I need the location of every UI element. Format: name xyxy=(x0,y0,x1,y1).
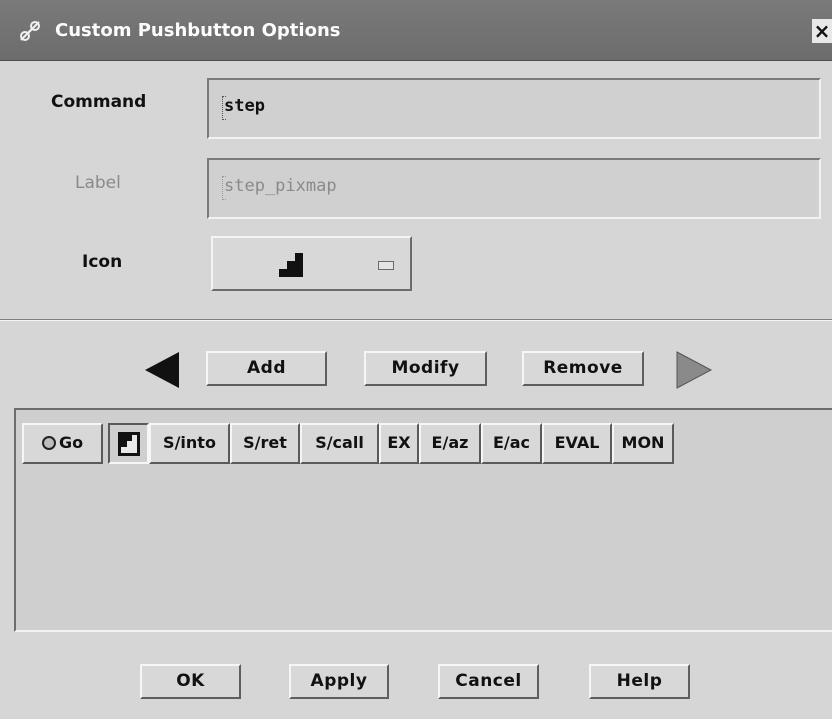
separator xyxy=(0,319,832,321)
label-field[interactable]: step_pixmap xyxy=(207,158,821,219)
modify-button[interactable]: Modify xyxy=(364,351,487,386)
icon-option-menu[interactable] xyxy=(211,236,412,291)
palette-button-s-into[interactable]: S/into xyxy=(149,423,230,464)
right-arrow-button[interactable] xyxy=(673,350,713,390)
ok-button[interactable]: OK xyxy=(140,664,241,699)
remove-button[interactable]: Remove xyxy=(522,351,644,386)
left-arrow-button[interactable] xyxy=(143,350,183,390)
cancel-button[interactable]: Cancel xyxy=(438,664,539,699)
option-menu-indicator xyxy=(378,261,394,270)
palette-button-e-ac[interactable]: E/ac xyxy=(481,423,542,464)
button-palette[interactable]: Go S/into S/ret S/call EX E/az E/ac EVAL… xyxy=(14,408,832,632)
label-label: Label xyxy=(75,173,121,193)
icon-label: Icon xyxy=(82,252,123,272)
window-title: Custom Pushbutton Options xyxy=(55,20,341,41)
window-titlebar[interactable]: Custom Pushbutton Options × xyxy=(0,0,832,61)
command-value: step xyxy=(224,96,265,116)
palette-button-ex[interactable]: EX xyxy=(379,423,419,464)
palette-button-e-az[interactable]: E/az xyxy=(419,423,481,464)
command-field[interactable]: step xyxy=(207,78,821,139)
step-stairs-icon xyxy=(118,432,140,456)
palette-button-eval[interactable]: EVAL xyxy=(542,423,612,464)
help-button[interactable]: Help xyxy=(589,664,690,699)
palette-button-go[interactable]: Go xyxy=(22,423,103,464)
palette-button-s-call[interactable]: S/call xyxy=(300,423,379,464)
circle-icon xyxy=(41,436,56,450)
palette-button-mon[interactable]: MON xyxy=(612,423,674,464)
palette-button-step[interactable] xyxy=(108,423,149,464)
scissors-tool-icon xyxy=(20,21,40,41)
label-value: step_pixmap xyxy=(224,176,337,196)
command-label: Command xyxy=(51,92,147,112)
close-button[interactable]: × xyxy=(812,19,832,43)
palette-button-s-ret[interactable]: S/ret xyxy=(230,423,300,464)
step-stairs-icon xyxy=(279,253,303,277)
add-button[interactable]: Add xyxy=(206,351,327,386)
apply-button[interactable]: Apply xyxy=(289,664,389,699)
